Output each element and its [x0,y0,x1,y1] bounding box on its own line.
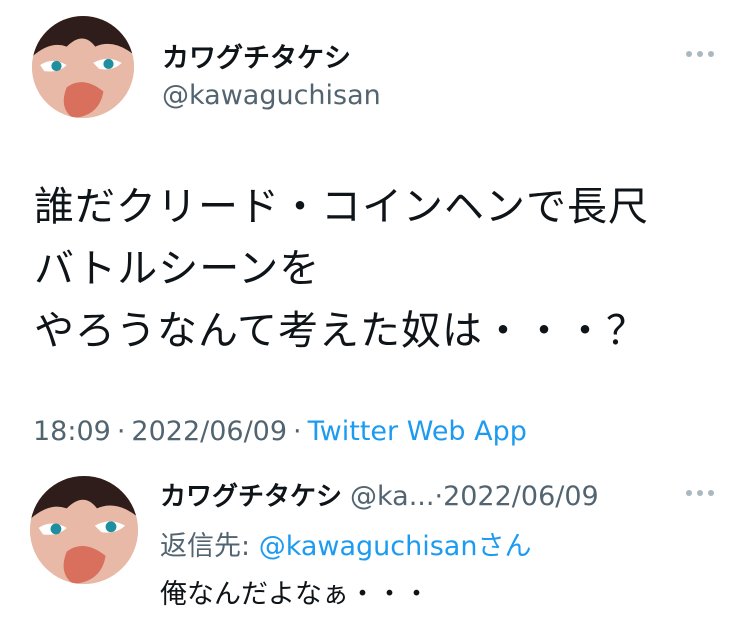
author-handle[interactable]: @kawaguchisan [162,80,381,111]
more-dot [708,51,714,57]
more-dot [686,490,692,496]
tweet-text: 誰だクリード・コインヘンで長尺 バトルシーンを やろうなんて考えた奴は・・・？ [34,176,649,362]
tweet-source-link[interactable]: Twitter Web App [308,416,527,447]
more-horizontal-icon[interactable] [686,490,714,496]
separator-dot: · [293,416,302,447]
reply-text: 俺なんだよなぁ・・・ [160,579,430,610]
separator-dot: · [434,481,444,512]
more-horizontal-icon[interactable] [686,51,714,57]
tweet-metadata: 18:09 · 2022/06/09 · Twitter Web App [33,416,527,447]
avatar-image [30,476,138,584]
separator-dot: · [116,416,126,447]
reply-author-display-name[interactable]: カワグチタケシ [160,482,342,512]
more-dot [686,51,692,57]
more-dot [697,51,703,57]
author-display-name[interactable]: カワグチタケシ [162,36,351,75]
tweet-text-line: 誰だクリード・コインヘンで長尺 [34,184,649,230]
reply-date[interactable]: 2022/06/09 [443,481,599,512]
more-dot [708,490,714,496]
replying-to-label: 返信先: [160,531,259,562]
tweet-time[interactable]: 18:09 [33,416,111,447]
tweet-date[interactable]: 2022/06/09 [131,416,287,447]
mention-handle: @kawaguchisan [258,531,478,562]
replying-to-mention[interactable]: @kawaguchisanさん [259,531,532,562]
reply-author-handle[interactable]: @ka... [350,481,434,512]
reply-header: カワグチタケシ @ka...·2022/06/09 [160,476,599,513]
reply-avatar[interactable] [30,476,138,584]
avatar[interactable] [32,16,134,118]
tweet-text-line: やろうなんて考えた奴は・・・？ [34,308,647,354]
avatar-image [32,16,134,118]
replying-to: 返信先: @kawaguchisanさん [160,524,531,563]
more-dot [697,490,703,496]
tweet-text-line: バトルシーンを [34,246,321,292]
mention-suffix: さん [477,531,532,562]
